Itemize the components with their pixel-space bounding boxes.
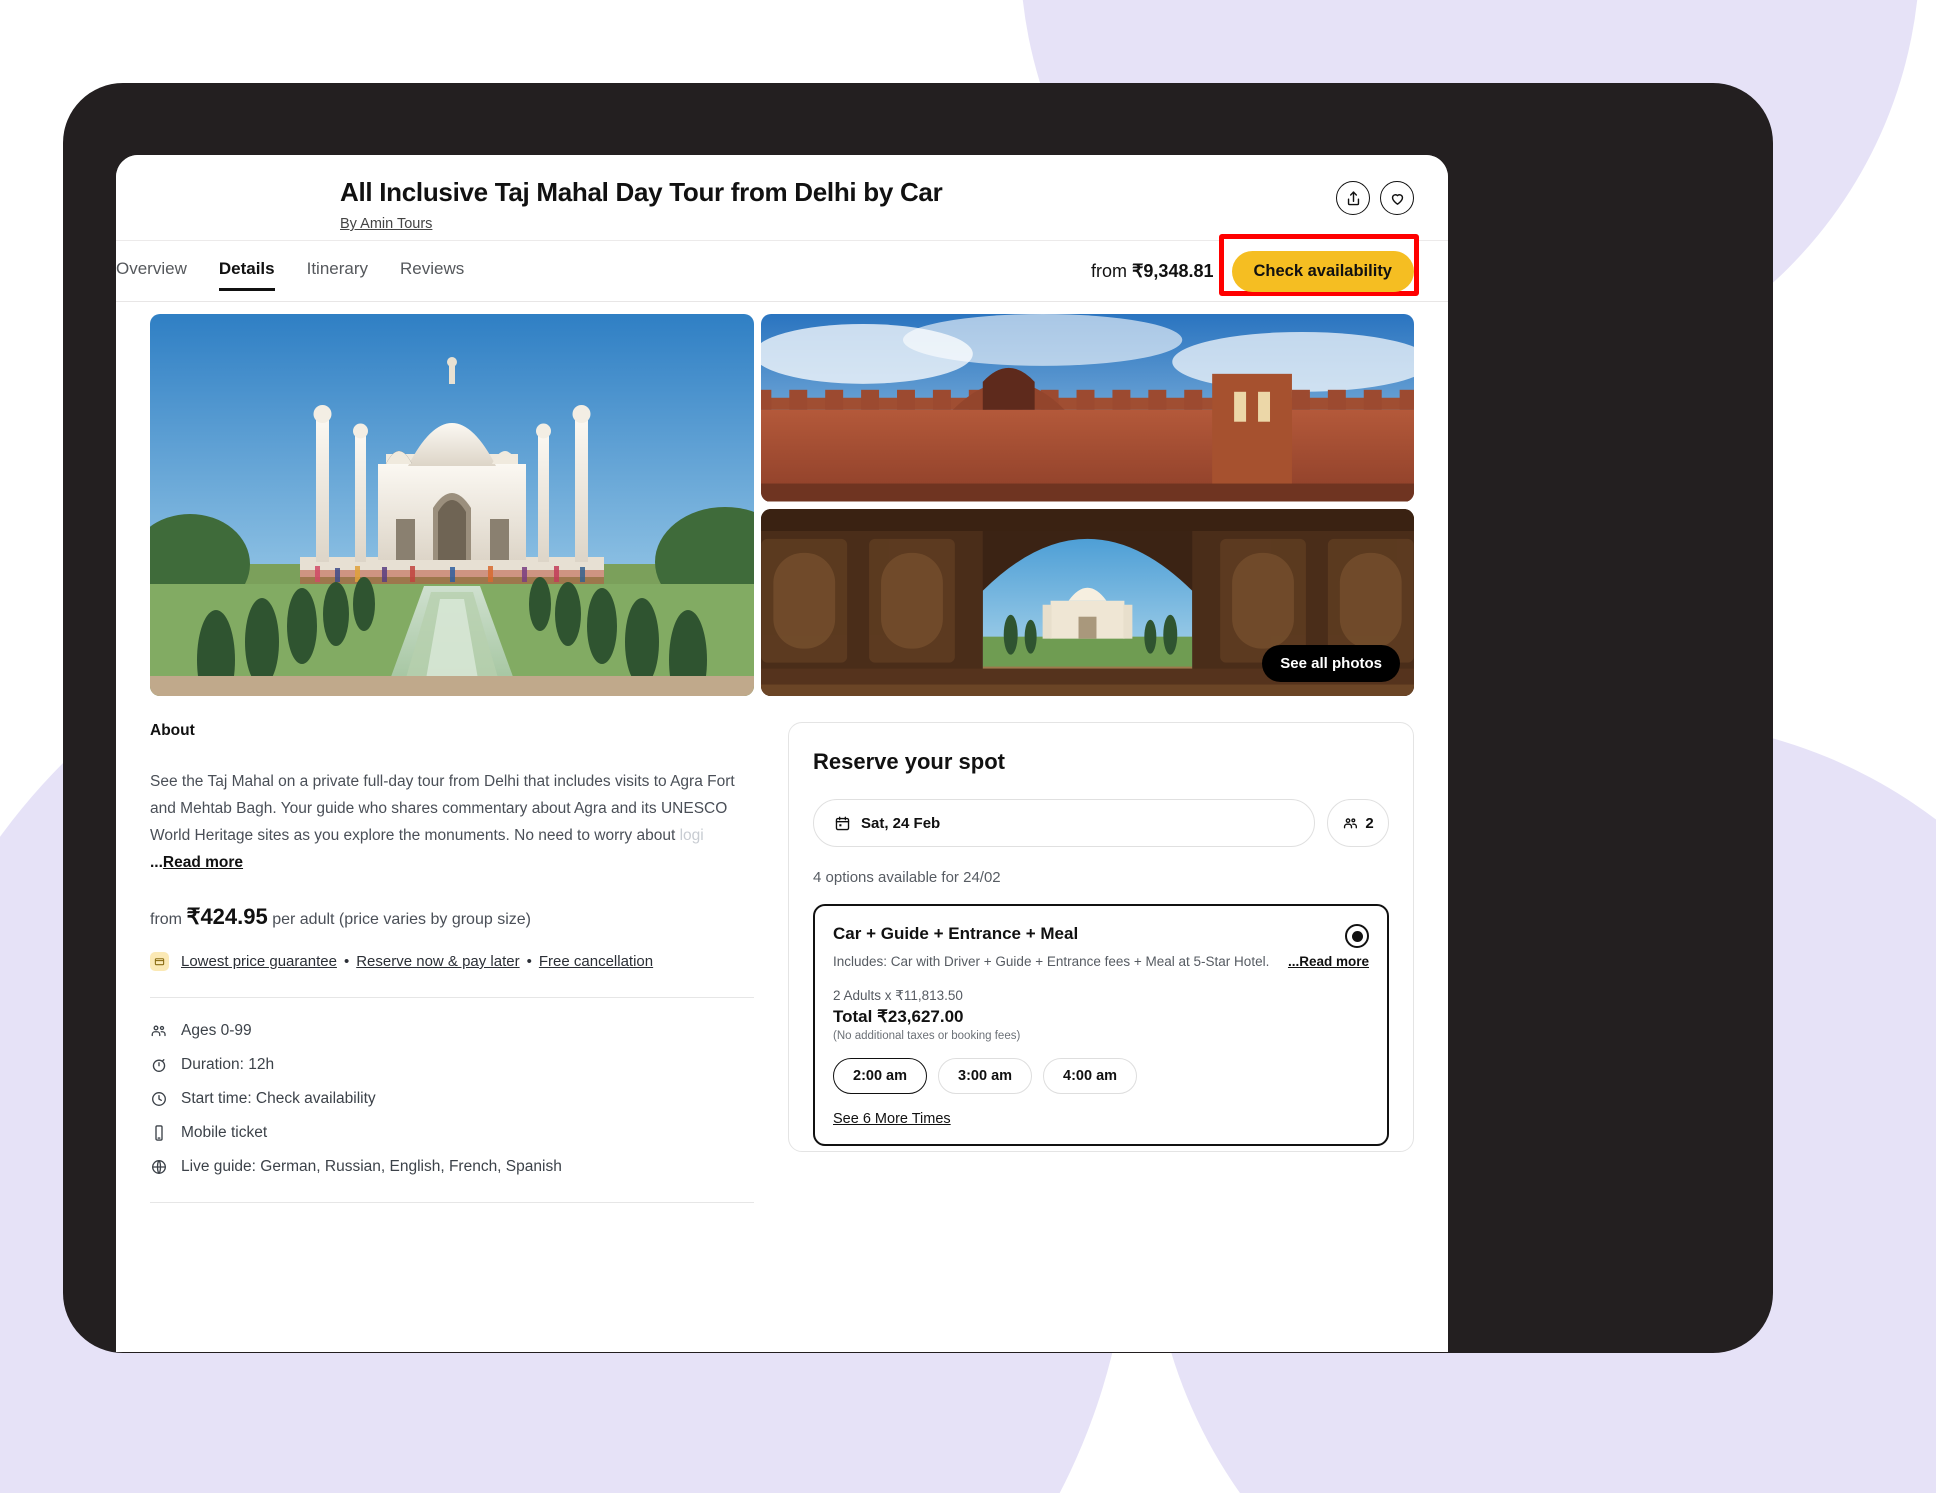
option-adults-line: 2 Adults x ₹11,813.50 [833, 988, 963, 1003]
clock-icon [152, 1092, 166, 1106]
section-divider-top [150, 997, 754, 998]
about-ellipsis: ... [150, 854, 163, 871]
fact-duration-text: Duration: 12h [181, 1056, 275, 1073]
lowest-price-guarantee-link[interactable]: Lowest price guarantee [181, 953, 337, 970]
perk-separator-2: • [526, 953, 532, 970]
fact-mobile-ticket: Mobile ticket [150, 1124, 754, 1142]
share-button[interactable] [1336, 181, 1370, 215]
about-read-more-link[interactable]: Read more [163, 854, 243, 871]
option-includes-text: Includes: Car with Driver + Guide + Entr… [833, 952, 1369, 972]
reserve-your-spot-card: Reserve your spot Sat, 24 Feb 2 4 option… [788, 722, 1414, 1152]
gallery-side-column: See all photos [761, 314, 1414, 696]
fact-live-guide: Live guide: German, Russian, English, Fr… [150, 1158, 754, 1176]
calendar-icon [835, 816, 850, 830]
mobile-phone-icon [155, 1125, 163, 1141]
guests-picker[interactable]: 2 [1327, 799, 1389, 847]
date-picker[interactable]: Sat, 24 Feb [813, 799, 1315, 847]
fact-live-guide-text: Live guide: German, Russian, English, Fr… [181, 1158, 562, 1175]
gallery-photo-2[interactable] [761, 314, 1414, 502]
supplier-link[interactable]: By Amin Tours [340, 216, 432, 232]
about-text-faded: logi [679, 827, 704, 844]
option-card-car-guide-entrance-meal[interactable]: Car + Guide + Entrance + Meal Includes: … [813, 904, 1389, 1146]
navbar-right: from ₹9,348.81 Check availability [1091, 233, 1419, 296]
taj-mahal-main-photo [150, 314, 754, 696]
tab-list: Overview Details Itinerary Reviews [116, 259, 464, 291]
fact-ages: Ages 0-99 [150, 1022, 754, 1040]
header-from-price: from ₹9,348.81 [1091, 261, 1214, 282]
per-adult-price-row: from ₹424.95 per adult (price varies by … [150, 904, 754, 930]
details-layout: About See the Taj Mahal on a private ful… [150, 722, 1414, 1203]
date-picker-value: Sat, 24 Feb [861, 814, 941, 832]
guests-picker-value: 2 [1365, 814, 1374, 832]
from-price-value: ₹9,348.81 [1131, 260, 1214, 281]
reserve-now-pay-later-link[interactable]: Reserve now & pay later [356, 953, 519, 970]
fact-ages-text: Ages 0-99 [181, 1022, 252, 1039]
fact-duration: Duration: 12h [150, 1056, 754, 1074]
check-availability-button[interactable]: Check availability [1231, 250, 1414, 292]
option-title: Car + Guide + Entrance + Meal [833, 924, 1079, 943]
option-radio-button[interactable] [1345, 924, 1369, 948]
people-icon [1344, 817, 1358, 828]
time-slot-3[interactable]: 4:00 am [1043, 1058, 1138, 1094]
perk-separator-1: • [343, 953, 350, 970]
header-actions [1336, 181, 1414, 215]
free-cancellation-link[interactable]: Free cancellation [539, 953, 653, 970]
from-label: from [1090, 260, 1132, 281]
option-total-line: Total ₹23,627.00 [833, 1007, 964, 1026]
price-suffix: per adult (price varies by group size) [267, 911, 531, 928]
share-icon [1347, 190, 1359, 205]
agra-fort-photo [761, 314, 1414, 502]
fact-start-time: Start time: Check availability [150, 1090, 754, 1108]
photo-gallery: See all photos [150, 314, 1414, 696]
option-radio-dot [1351, 930, 1363, 942]
page-header: All Inclusive Taj Mahal Day Tour from De… [116, 155, 1448, 240]
fact-mobile-ticket-text: Mobile ticket [181, 1124, 268, 1141]
option-read-more-link[interactable]: ...Read more [1281, 952, 1369, 972]
facts-list: Ages 0-99 Duration: 12h Start time: Chec… [150, 1022, 754, 1176]
perks-row: Lowest price guarantee • Reserve now & p… [150, 952, 754, 971]
badge-glyph-icon [154, 958, 165, 966]
option-fees-note: (No additional taxes or booking fees) [833, 1030, 1021, 1042]
price-amount: ₹424.95 [186, 904, 268, 929]
reserve-card-title: Reserve your spot [813, 749, 1005, 774]
globe-icon [152, 1160, 166, 1174]
tab-details[interactable]: Details [218, 259, 275, 291]
favorite-button[interactable] [1380, 181, 1414, 215]
tab-reviews[interactable]: Reviews [400, 259, 464, 284]
tab-itinerary[interactable]: Itinerary [307, 259, 368, 284]
options-available-note: 4 options available for 24/02 [813, 869, 1001, 886]
fact-start-time-text: Start time: Check availability [181, 1090, 376, 1107]
tab-overview[interactable]: Overview [116, 259, 187, 284]
option-includes-body: Includes: Car with Driver + Guide + Entr… [833, 954, 1270, 969]
option-times-row: 2:00 am 3:00 am 4:00 am [833, 1058, 1369, 1094]
price-from-label: from [150, 911, 187, 928]
section-divider-bottom [150, 1202, 754, 1203]
heart-icon [1391, 193, 1403, 205]
time-slot-2[interactable]: 3:00 am [938, 1058, 1033, 1094]
stopwatch-icon [152, 1059, 166, 1072]
see-all-photos-button[interactable]: See all photos [1262, 645, 1400, 682]
gallery-photo-3[interactable]: See all photos [761, 508, 1414, 696]
details-left-column: About See the Taj Mahal on a private ful… [150, 722, 754, 1203]
about-heading: About [150, 722, 195, 739]
about-text: See the Taj Mahal on a private full-day … [150, 773, 735, 844]
time-slot-1[interactable]: 2:00 am [833, 1058, 928, 1094]
people-group-icon [151, 1025, 166, 1037]
browser-viewport: All Inclusive Taj Mahal Day Tour from De… [116, 155, 1448, 1352]
page-title: All Inclusive Taj Mahal Day Tour from De… [340, 177, 943, 207]
details-right-column: Reserve your spot Sat, 24 Feb 2 4 option… [788, 722, 1414, 1203]
see-more-times-link[interactable]: See 6 More Times [833, 1111, 951, 1127]
ticket-badge-icon [150, 952, 169, 971]
page-content: See all photos About See the Taj Mahal o… [116, 314, 1448, 1203]
gallery-main-photo[interactable] [150, 314, 754, 696]
reserve-pickers: Sat, 24 Feb 2 [813, 799, 1389, 847]
check-availability-wrapper: Check availability [1218, 233, 1419, 296]
about-paragraph: See the Taj Mahal on a private full-day … [150, 768, 754, 876]
section-navbar: Overview Details Itinerary Reviews from … [116, 233, 1448, 302]
